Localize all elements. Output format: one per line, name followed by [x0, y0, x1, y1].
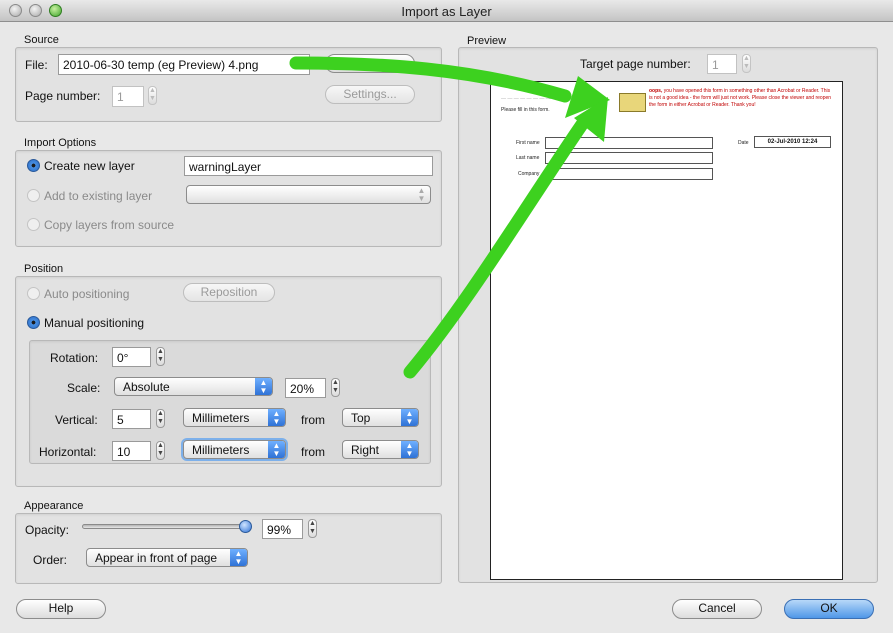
file-label: File:: [25, 58, 48, 72]
doc-first-name-box: [545, 137, 713, 149]
doc-faded-header: — — — — — — — —: [501, 96, 551, 102]
vertical-stepper[interactable]: ▲ ▼: [156, 409, 165, 428]
doc-warning-text: you have opened this form in something o…: [649, 88, 832, 108]
copy-layers-label[interactable]: Copy layers from source: [44, 218, 174, 232]
popup-arrows-icon: ▲ ▼: [268, 441, 285, 458]
cancel-button[interactable]: Cancel: [672, 599, 762, 619]
settings-button[interactable]: Settings...: [325, 85, 415, 104]
create-new-layer-label[interactable]: Create new layer: [44, 159, 135, 173]
popup-arrows-icon: ▲ ▼: [417, 186, 426, 203]
appearance-group: Opacity: 99% ▲ ▼ Order: Appear in front o…: [15, 513, 442, 584]
popup-arrows-icon: ▲ ▼: [401, 441, 418, 458]
manual-positioning-label[interactable]: Manual positioning: [44, 316, 144, 330]
doc-company-box: [545, 168, 713, 180]
doc-last-name-label: Last name: [516, 155, 540, 161]
horizontal-input[interactable]: 10: [112, 441, 151, 461]
vertical-label: Vertical:: [55, 413, 98, 427]
doc-company-label: Company: [518, 171, 540, 177]
page-number-stepper[interactable]: ▲ ▼: [148, 86, 157, 105]
opacity-label: Opacity:: [25, 523, 70, 537]
help-button[interactable]: Help: [16, 599, 106, 619]
horizontal-from-label: from: [301, 445, 325, 459]
horizontal-units-popup[interactable]: Millimeters ▲ ▼: [183, 440, 286, 459]
page-number-field[interactable]: 1: [112, 86, 144, 107]
appearance-section-label: Appearance: [24, 500, 84, 512]
scale-mode-value: Absolute: [123, 380, 170, 394]
target-page-label: Target page number:: [580, 57, 691, 71]
browse-button[interactable]: Browse...: [325, 54, 415, 73]
rotation-stepper[interactable]: ▲ ▼: [156, 347, 165, 366]
copy-layers-radio[interactable]: [27, 218, 40, 231]
horizontal-label: Horizontal:: [39, 445, 97, 459]
preview-section-label: Preview: [467, 35, 507, 47]
horizontal-stepper[interactable]: ▲ ▼: [156, 441, 165, 460]
doc-warning: oops, you have opened this form in somet…: [649, 88, 834, 109]
position-group: Auto positioning Reposition Manual posit…: [15, 276, 442, 487]
source-section-label: Source: [24, 34, 59, 46]
vertical-units-popup[interactable]: Millimeters ▲ ▼: [183, 408, 286, 427]
opacity-slider-track[interactable]: [82, 524, 248, 529]
import-options-group: Create new layer warningLayer Add to exi…: [15, 150, 442, 247]
source-group: File: 2010-06-30 temp (eg Preview) 4.png…: [15, 47, 442, 122]
doc-date-label: Date: [738, 140, 749, 146]
layer-name-input[interactable]: warningLayer: [184, 156, 433, 176]
auto-positioning-radio[interactable]: [27, 287, 40, 300]
preview-group: Target page number: 1 ▲ ▼ — — — — — — — —…: [458, 47, 878, 583]
import-options-section-label: Import Options: [24, 137, 97, 149]
target-page-stepper[interactable]: ▲ ▼: [742, 54, 751, 73]
position-section-label: Position: [24, 263, 64, 275]
window-title: Import as Layer: [401, 4, 492, 19]
existing-layer-popup[interactable]: ▲ ▼: [186, 185, 431, 204]
vertical-input[interactable]: 5: [112, 409, 151, 429]
rotation-input[interactable]: 0°: [112, 347, 151, 367]
scale-label: Scale:: [67, 381, 101, 395]
horizontal-from-value: Right: [351, 443, 380, 457]
popup-arrows-icon: ▲ ▼: [255, 378, 272, 395]
doc-warning-lead: oops,: [649, 88, 663, 94]
page-number-label: Page number:: [25, 89, 101, 103]
reposition-button[interactable]: Reposition: [183, 283, 275, 302]
order-popup[interactable]: Appear in front of page ▲ ▼: [86, 548, 248, 567]
doc-last-name-box: [545, 152, 713, 164]
opacity-stepper[interactable]: ▲ ▼: [308, 519, 317, 538]
popup-arrows-icon: ▲ ▼: [268, 409, 285, 426]
vertical-units-value: Millimeters: [192, 411, 250, 425]
add-to-existing-layer-radio[interactable]: [27, 189, 40, 202]
target-page-field[interactable]: 1: [707, 54, 737, 74]
horizontal-from-popup[interactable]: Right ▲ ▼: [342, 440, 419, 459]
doc-header-text: Please fill in this form.: [501, 107, 550, 113]
scale-stepper[interactable]: ▲ ▼: [331, 378, 340, 397]
manual-position-subgroup: Rotation: 0° ▲ ▼ Scale: Absolute ▲ ▼ 20% ▲…: [29, 340, 431, 464]
vertical-from-popup[interactable]: Top ▲ ▼: [342, 408, 419, 427]
vertical-from-label: from: [301, 413, 325, 427]
auto-positioning-label[interactable]: Auto positioning: [44, 287, 129, 301]
horizontal-units-value: Millimeters: [192, 443, 250, 457]
order-label: Order:: [33, 553, 68, 567]
order-value: Appear in front of page: [95, 551, 218, 565]
preview-page: — — — — — — — — Please fill in this form…: [490, 81, 843, 580]
scale-mode-popup[interactable]: Absolute ▲ ▼: [114, 377, 273, 396]
doc-logo-icon: [619, 93, 646, 112]
doc-date-box: 02-Jul-2010 12:24: [754, 136, 831, 148]
opacity-input[interactable]: 99%: [262, 519, 303, 539]
scale-input[interactable]: 20%: [285, 378, 326, 398]
file-path-field[interactable]: 2010-06-30 temp (eg Preview) 4.png: [58, 54, 310, 75]
add-to-existing-layer-label[interactable]: Add to existing layer: [44, 189, 152, 203]
rotation-label: Rotation:: [50, 351, 99, 365]
vertical-from-value: Top: [351, 411, 371, 425]
ok-button[interactable]: OK: [784, 599, 874, 619]
popup-arrows-icon: ▲ ▼: [230, 549, 247, 566]
create-new-layer-radio[interactable]: [27, 159, 40, 172]
doc-first-name-label: First name: [516, 140, 540, 146]
popup-arrows-icon: ▲ ▼: [401, 409, 418, 426]
manual-positioning-radio[interactable]: [27, 316, 40, 329]
opacity-slider-knob[interactable]: [239, 520, 253, 533]
title-bar: Import as Layer: [0, 0, 893, 22]
